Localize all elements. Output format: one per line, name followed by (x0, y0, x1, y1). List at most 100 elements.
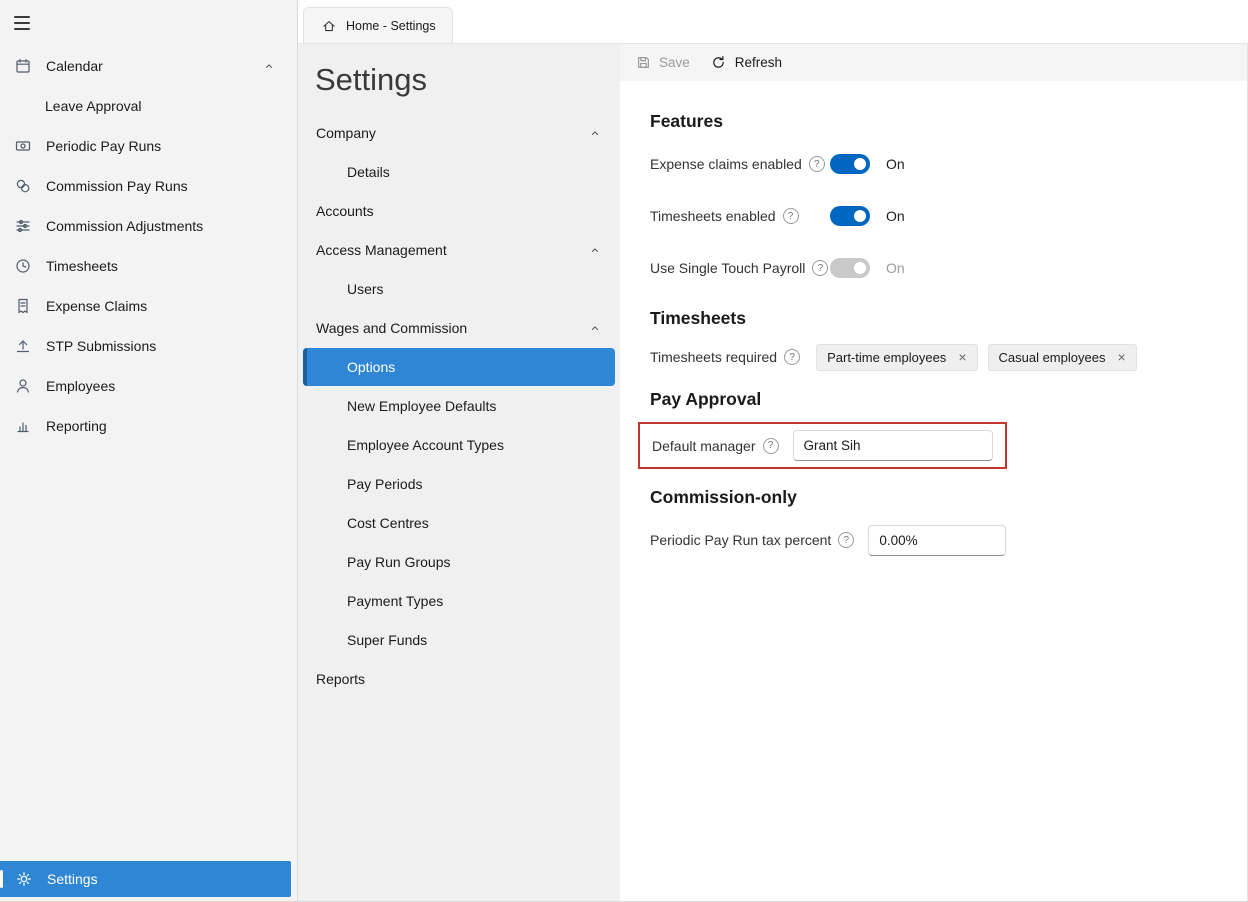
person-icon (14, 377, 32, 395)
sidebar-item-calendar[interactable]: Calendar (0, 46, 297, 86)
app-window: Calendar Leave Approval Periodic Pay Run… (0, 0, 1248, 902)
settings-nav-item-access-management[interactable]: Access Management (303, 231, 615, 269)
nav-item-label: Access Management (316, 242, 447, 258)
sidebar-item-label: Timesheets (46, 258, 118, 274)
nav-item-label: Reports (316, 671, 366, 687)
chevron-up-icon (589, 322, 601, 334)
settings-nav-item-pay-periods[interactable]: Pay Periods (303, 465, 615, 503)
settings-nav-item-users[interactable]: Users (303, 270, 615, 308)
tag-part-time-employees: Part-time employees × (816, 343, 978, 371)
sidebar-item-reporting[interactable]: Reporting (0, 406, 297, 446)
sidebar-item-leave-approval[interactable]: Leave Approval (0, 86, 297, 126)
tab-label: Home - Settings (346, 18, 436, 33)
tag-label: Casual employees (998, 349, 1106, 365)
sliders-icon (14, 217, 32, 235)
home-icon (320, 17, 338, 35)
settings-nav-item-reports[interactable]: Reports (303, 660, 615, 698)
settings-nav-item-wages-and-commission[interactable]: Wages and Commission (303, 309, 615, 347)
setting-row-timesheets-enabled: Timesheets enabled ? On (650, 190, 1217, 242)
settings-nav: Settings Company Details Accounts Access… (298, 44, 620, 901)
sidebar-item-employees[interactable]: Employees (0, 366, 297, 406)
sidebar-item-label: Commission Pay Runs (46, 178, 188, 194)
settings-nav-item-pay-run-groups[interactable]: Pay Run Groups (303, 543, 615, 581)
sidebar-item-settings[interactable]: Settings (0, 861, 291, 897)
sidebar-item-label: STP Submissions (46, 338, 157, 354)
nav-item-label: Pay Run Groups (347, 554, 451, 570)
toggle-knob (854, 158, 866, 170)
nav-item-label: Super Funds (347, 632, 428, 648)
section-heading-timesheets: Timesheets (650, 308, 746, 328)
toggle-knob (854, 262, 866, 274)
chevron-up-icon (589, 244, 601, 256)
banknote-icon (14, 137, 32, 155)
bar-chart-icon (14, 417, 32, 435)
toggle-state-label: On (886, 260, 905, 276)
single-touch-payroll-toggle[interactable] (830, 258, 870, 278)
sidebar-item-commission-pay-runs[interactable]: Commission Pay Runs (0, 166, 297, 206)
setting-label: Expense claims enabled (650, 156, 802, 172)
help-icon[interactable]: ? (782, 208, 799, 224)
nav-item-label: Payment Types (347, 593, 444, 609)
body-row: Settings Company Details Accounts Access… (298, 44, 1248, 901)
sidebar-item-label: Employees (46, 378, 116, 394)
refresh-icon (710, 54, 728, 72)
sidebar-item-commission-adjustments[interactable]: Commission Adjustments (0, 206, 297, 246)
default-manager-input[interactable] (792, 430, 993, 461)
settings-nav-item-new-employee-defaults[interactable]: New Employee Defaults (303, 387, 615, 425)
help-icon[interactable]: ? (784, 349, 801, 365)
help-icon[interactable]: ? (762, 437, 779, 454)
nav-item-label: Accounts (316, 203, 374, 219)
setting-row-single-touch-payroll: Use Single Touch Payroll ? On (650, 242, 1217, 294)
content-toolbar: Save Refresh (620, 44, 1247, 81)
toggle-knob (854, 210, 866, 222)
nav-item-label: Company (316, 125, 376, 141)
refresh-button[interactable]: Refresh (710, 54, 782, 72)
close-icon[interactable]: × (1117, 350, 1125, 364)
settings-nav-item-cost-centres[interactable]: Cost Centres (303, 504, 615, 542)
timesheets-enabled-toggle[interactable] (830, 206, 870, 226)
nav-item-label: Cost Centres (347, 515, 429, 531)
nav-item-label: Options (347, 359, 396, 375)
sidebar-item-label: Expense Claims (46, 298, 148, 314)
sidebar-item-label: Reporting (46, 418, 107, 434)
chevron-up-icon (263, 60, 275, 72)
coins-icon (14, 177, 32, 195)
sidebar-item-timesheets[interactable]: Timesheets (0, 246, 297, 286)
section-heading-commission-only: Commission-only (650, 487, 797, 507)
help-icon[interactable]: ? (812, 260, 829, 276)
sidebar-item-label: Calendar (46, 58, 103, 74)
settings-nav-item-employee-account-types[interactable]: Employee Account Types (303, 426, 615, 464)
gear-icon (15, 870, 33, 888)
tax-percent-input[interactable] (868, 524, 1007, 556)
settings-nav-item-accounts[interactable]: Accounts (303, 192, 615, 230)
help-icon[interactable]: ? (808, 156, 825, 172)
upload-icon (14, 337, 32, 355)
left-sidebar: Calendar Leave Approval Periodic Pay Run… (0, 0, 298, 901)
calendar-icon (14, 57, 32, 75)
setting-row-timesheets-required: Timesheets required ? Part-time employee… (650, 339, 1217, 375)
hamburger-menu-button[interactable] (0, 0, 297, 46)
settings-nav-item-super-funds[interactable]: Super Funds (303, 621, 615, 659)
settings-nav-item-options[interactable]: Options (303, 348, 615, 386)
sidebar-item-label: Leave Approval (45, 98, 142, 114)
nav-item-label: New Employee Defaults (347, 398, 497, 414)
sidebar-item-expense-claims[interactable]: Expense Claims (0, 286, 297, 326)
sidebar-item-periodic-pay-runs[interactable]: Periodic Pay Runs (0, 126, 297, 166)
tab-home-settings[interactable]: Home - Settings (303, 7, 453, 43)
settings-nav-item-details[interactable]: Details (303, 153, 615, 191)
expense-claims-toggle[interactable] (830, 154, 870, 174)
help-icon[interactable]: ? (838, 532, 855, 548)
sidebar-item-label: Settings (47, 871, 98, 887)
chevron-up-icon (589, 127, 601, 139)
settings-nav-item-company[interactable]: Company (303, 114, 615, 152)
toggle-state-label: On (886, 156, 905, 172)
settings-nav-item-payment-types[interactable]: Payment Types (303, 582, 615, 620)
nav-item-label: Employee Account Types (347, 437, 504, 453)
sidebar-item-label: Commission Adjustments (46, 218, 204, 234)
close-icon[interactable]: × (958, 350, 966, 364)
section-heading-features: Features (650, 111, 723, 131)
sidebar-item-stp-submissions[interactable]: STP Submissions (0, 326, 297, 366)
setting-label: Timesheets enabled (650, 208, 776, 224)
save-button[interactable]: Save (634, 54, 690, 72)
clock-icon (14, 257, 32, 275)
